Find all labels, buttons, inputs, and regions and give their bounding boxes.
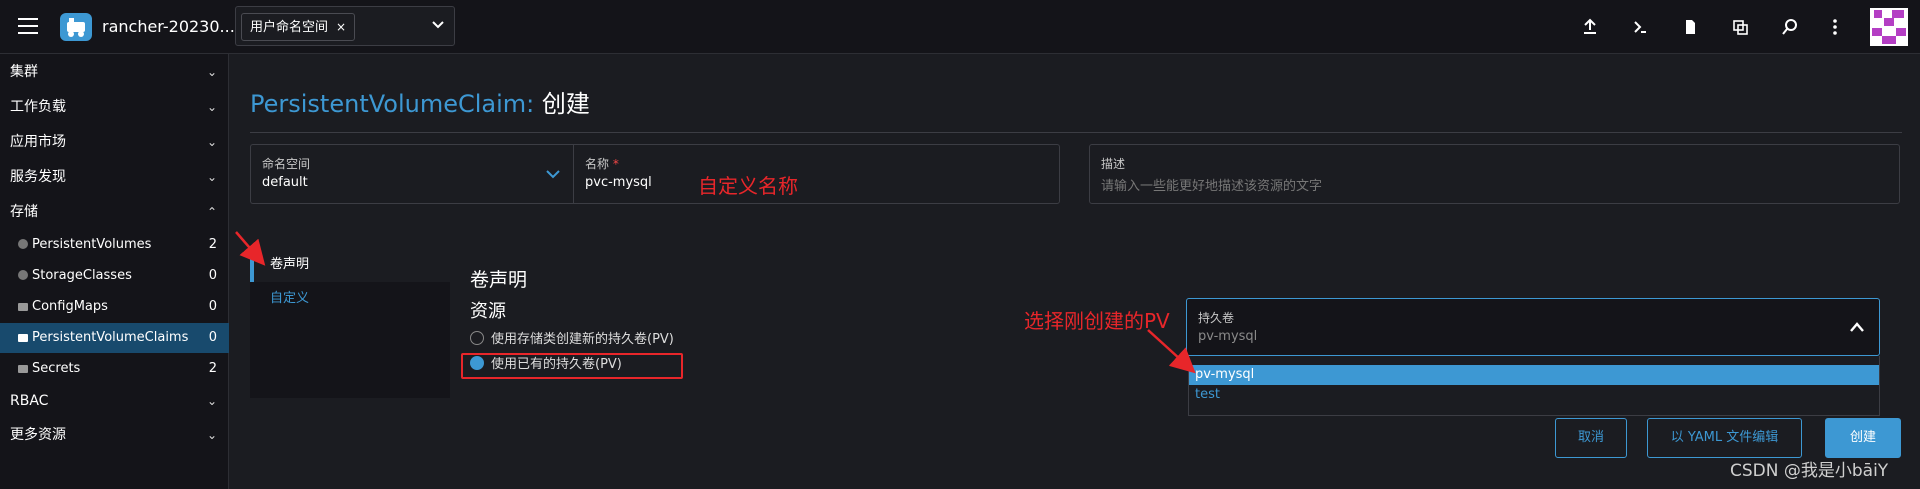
chevron-down-icon <box>546 170 560 179</box>
divider <box>250 132 1902 133</box>
create-button[interactable]: 创建 <box>1825 418 1901 458</box>
pv-select-label: 持久卷 <box>1198 311 1235 325</box>
user-avatar[interactable] <box>1870 8 1908 46</box>
chevron-up-icon <box>1850 322 1864 332</box>
namespace-filter[interactable]: 用户命名空间 × <box>235 6 455 46</box>
sidebar-item-configmaps[interactable]: ConfigMaps 0 <box>0 292 229 322</box>
chevron-down-icon: ⌄ <box>206 170 217 184</box>
sidebar-item-label: PersistentVolumes <box>32 237 152 252</box>
description-input[interactable]: 请输入一些能更好地描述该资源的文字 <box>1101 175 1322 194</box>
file-icon[interactable] <box>1680 17 1700 37</box>
nav-group-apps[interactable]: 应用市场 ⌄ <box>0 127 229 157</box>
cluster-logo-icon <box>60 13 92 41</box>
nav-group-storage[interactable]: 存储 ⌃ <box>0 197 229 227</box>
folder-icon <box>18 334 28 342</box>
sidebar-item-label: PersistentVolumeClaims <box>32 330 189 345</box>
nav-group-label: 工作负载 <box>10 99 66 115</box>
copy-icon[interactable] <box>1730 17 1750 37</box>
cancel-button[interactable]: 取消 <box>1555 418 1627 458</box>
nav-group-label: RBAC <box>10 393 49 409</box>
chevron-down-icon: ⌄ <box>206 65 217 79</box>
namespace-chip-label: 用户命名空间 <box>250 20 329 35</box>
tab-volume-claim[interactable]: 卷声明 <box>250 248 450 282</box>
namespace-value: default <box>262 175 308 190</box>
sidebar-item-label: Secrets <box>32 361 81 376</box>
page-title-kind: PersistentVolumeClaim: <box>250 90 535 118</box>
section-title-volume-claim: 卷声明 <box>470 269 528 291</box>
name-input[interactable]: pvc-mysql <box>585 175 652 190</box>
namespace-select[interactable]: 命名空间 default <box>250 144 573 204</box>
radio-new-pv[interactable]: 使用存储类创建新的持久卷(PV) <box>470 330 674 350</box>
chevron-down-icon: ⌄ <box>206 135 217 149</box>
sidebar-item-secrets[interactable]: Secrets 2 <box>0 354 229 384</box>
name-field[interactable]: 名称 * pvc-mysql <box>573 144 1060 204</box>
pv-select-value: pv-mysql <box>1198 329 1258 344</box>
namespace-label: 命名空间 <box>262 157 311 171</box>
upload-icon[interactable] <box>1580 17 1600 37</box>
watermark: CSDN @我是小bāiY <box>1730 461 1889 481</box>
pv-dropdown-menu: pv-mysql test <box>1188 356 1880 416</box>
folder-icon <box>18 365 28 373</box>
namespace-chip[interactable]: 用户命名空间 × <box>241 13 356 41</box>
count-badge: 2 <box>208 361 217 376</box>
sidebar: 集群 ⌄ 工作负载 ⌄ 应用市场 ⌄ 服务发现 ⌄ 存储 ⌃ PersistentVolu… <box>0 54 229 489</box>
nav-group-workloads[interactable]: 工作负载 ⌄ <box>0 92 229 122</box>
nav-group-rbac[interactable]: RBAC ⌄ <box>0 386 229 416</box>
sidebar-item-persistentvolumeclaims[interactable]: PersistentVolumeClaims 0 <box>0 323 229 353</box>
required-mark: * <box>612 157 619 171</box>
annotation-pv-note: 选择刚创建的PV <box>1024 309 1170 333</box>
folder-icon <box>18 303 28 311</box>
nav-group-label: 集群 <box>10 64 38 80</box>
count-badge: 0 <box>208 268 217 283</box>
nav-group-label: 更多资源 <box>10 427 66 443</box>
dropdown-option-test[interactable]: test <box>1189 385 1879 405</box>
sidebar-item-label: StorageClasses <box>32 268 132 283</box>
chevron-down-icon: ⌄ <box>206 100 217 114</box>
nav-group-label: 服务发现 <box>10 169 66 185</box>
nav-group-service-discovery[interactable]: 服务发现 ⌄ <box>0 162 229 192</box>
edit-yaml-button[interactable]: 以 YAML 文件编辑 <box>1647 418 1802 458</box>
annotation-highlight-box <box>461 353 683 379</box>
circle-icon <box>18 270 28 280</box>
chevron-up-icon: ⌃ <box>206 205 217 219</box>
persistent-volume-select[interactable]: 持久卷 pv-mysql <box>1186 298 1880 356</box>
terminal-icon[interactable] <box>1630 17 1650 37</box>
count-badge: 0 <box>208 330 217 345</box>
search-icon[interactable] <box>1780 17 1800 37</box>
page-title: PersistentVolumeClaim: 创建 <box>250 84 590 119</box>
sidebar-item-label: ConfigMaps <box>32 299 108 314</box>
top-bar: rancher-20230... 用户命名空间 × <box>0 0 1920 54</box>
sidebar-item-storageclasses[interactable]: StorageClasses 0 <box>0 261 229 291</box>
circle-icon <box>18 239 28 249</box>
chevron-down-icon: ⌄ <box>206 394 217 408</box>
hamburger-menu-icon[interactable] <box>18 18 38 34</box>
sidebar-item-persistentvolumes[interactable]: PersistentVolumes 2 <box>0 230 229 260</box>
cluster-name[interactable]: rancher-20230... <box>102 17 235 36</box>
nav-group-more-resources[interactable]: 更多资源 ⌄ <box>0 420 229 450</box>
chevron-down-icon[interactable] <box>430 17 446 33</box>
nav-group-label: 应用市场 <box>10 134 66 150</box>
radio-label: 使用存储类创建新的持久卷(PV) <box>491 332 674 347</box>
section-title-resources: 资源 <box>470 301 506 322</box>
radio-unchecked-icon <box>470 331 484 345</box>
description-field[interactable]: 描述 请输入一些能更好地描述该资源的文字 <box>1089 144 1900 204</box>
side-tabs: 卷声明 自定义 <box>250 248 450 398</box>
nav-group-cluster[interactable]: 集群 ⌄ <box>0 57 229 87</box>
chip-remove-icon[interactable]: × <box>336 20 346 34</box>
annotation-name-note: 自定义名称 <box>698 174 798 198</box>
dropdown-option-pv-mysql[interactable]: pv-mysql <box>1189 365 1879 385</box>
nav-group-label: 存储 <box>10 204 38 220</box>
description-label: 描述 <box>1101 157 1126 171</box>
count-badge: 0 <box>208 299 217 314</box>
count-badge: 2 <box>208 237 217 252</box>
chevron-down-icon: ⌄ <box>206 428 217 442</box>
more-vertical-icon[interactable] <box>1825 17 1845 37</box>
page-title-action: 创建 <box>541 90 590 118</box>
name-label: 名称 * <box>585 157 619 171</box>
tab-customize[interactable]: 自定义 <box>250 282 450 316</box>
